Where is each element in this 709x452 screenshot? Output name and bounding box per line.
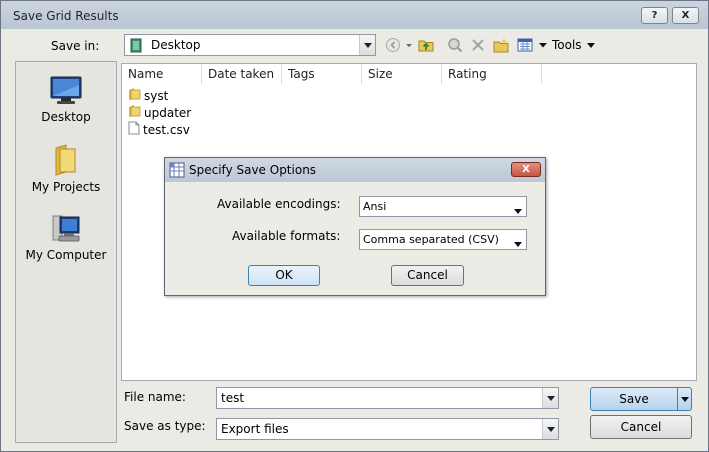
save-in-value: Desktop — [151, 38, 201, 52]
computer-icon — [50, 214, 82, 244]
column-header-tags[interactable]: Tags — [282, 64, 362, 84]
list-header: Name Date taken Tags Size Rating — [122, 64, 696, 84]
list-item[interactable]: test.csv — [128, 121, 190, 138]
place-desktop[interactable]: Desktop — [16, 76, 116, 124]
save-button-divider — [677, 388, 678, 410]
formats-select[interactable]: Comma separated (CSV) — [359, 229, 527, 250]
save-in-combo[interactable]: Desktop — [124, 34, 376, 56]
modal-close-button[interactable]: X — [511, 162, 541, 177]
up-folder-icon[interactable] — [418, 37, 434, 53]
save-as-type-value: Export files — [221, 422, 289, 436]
file-name-value: test — [221, 391, 245, 405]
views-chevron-icon[interactable] — [538, 37, 548, 53]
chevron-down-icon[interactable] — [681, 394, 689, 408]
encodings-select[interactable]: Ansi — [359, 196, 527, 217]
save-as-type-select[interactable]: Export files — [216, 418, 559, 440]
column-header-size[interactable]: Size — [362, 64, 442, 84]
specify-save-options-dialog: Specify Save Options X Available encodin… — [164, 157, 546, 296]
file-name-label: File name: — [124, 390, 186, 404]
tools-menu[interactable]: Tools — [552, 38, 596, 52]
close-button[interactable]: X — [672, 7, 699, 24]
list-item[interactable]: syst — [128, 87, 168, 104]
chevron-down-icon[interactable] — [542, 388, 558, 408]
column-header-name[interactable]: Name — [122, 64, 202, 84]
save-button-label: Save — [619, 392, 649, 406]
modal-title: Specify Save Options — [189, 163, 317, 177]
column-header-rating[interactable]: Rating — [442, 64, 542, 84]
titlebar[interactable]: Save Grid Results ? X — [1, 1, 708, 29]
formats-label: Available formats: — [232, 229, 341, 243]
encodings-label: Available encodings: — [217, 197, 341, 211]
list-item-name: updater — [144, 106, 192, 120]
window-title: Save Grid Results — [13, 9, 119, 23]
place-my-projects[interactable]: My Projects — [16, 144, 116, 194]
back-icon[interactable] — [385, 37, 401, 53]
place-my-computer-label: My Computer — [25, 248, 107, 262]
modal-titlebar[interactable]: Specify Save Options X — [165, 158, 545, 182]
grid-app-icon — [169, 162, 185, 178]
desktop-small-icon — [130, 38, 142, 53]
column-header-date-taken[interactable]: Date taken — [202, 64, 282, 84]
new-folder-icon[interactable] — [493, 37, 509, 53]
save-button[interactable]: Save — [590, 387, 692, 411]
save-as-type-label: Save as type: — [124, 419, 206, 433]
back-history-chevron-icon[interactable] — [404, 37, 414, 53]
chevron-down-icon[interactable] — [514, 204, 522, 218]
place-my-projects-label: My Projects — [31, 180, 101, 194]
folder-icon — [53, 144, 79, 176]
views-icon[interactable] — [517, 37, 533, 53]
list-item-name: test.csv — [143, 123, 190, 137]
place-desktop-label: Desktop — [41, 110, 91, 124]
file-icon — [128, 121, 140, 140]
search-web-icon[interactable] — [447, 37, 463, 53]
chevron-down-icon[interactable] — [514, 237, 522, 251]
tools-label: Tools — [552, 38, 582, 52]
modal-cancel-button[interactable]: Cancel — [391, 265, 464, 286]
chevron-down-icon[interactable] — [359, 35, 375, 55]
save-grid-results-dialog: Save Grid Results ? X Save in: Desktop T… — [0, 0, 709, 452]
help-button[interactable]: ? — [641, 7, 668, 24]
list-item[interactable]: updater — [128, 104, 191, 121]
file-name-input[interactable]: test — [216, 387, 559, 409]
desktop-icon — [50, 76, 82, 106]
chevron-down-icon[interactable] — [542, 419, 558, 439]
formats-value: Comma separated (CSV) — [363, 233, 499, 246]
places-bar: Desktop My Projects My Computer — [15, 61, 117, 443]
tools-chevron-icon — [587, 43, 596, 48]
save-in-label: Save in: — [51, 39, 100, 53]
delete-icon[interactable] — [470, 37, 486, 53]
ok-button[interactable]: OK — [248, 265, 320, 286]
encodings-value: Ansi — [363, 200, 387, 213]
place-my-computer[interactable]: My Computer — [16, 214, 116, 262]
list-item-name: syst — [144, 89, 169, 103]
cancel-button[interactable]: Cancel — [590, 415, 692, 439]
